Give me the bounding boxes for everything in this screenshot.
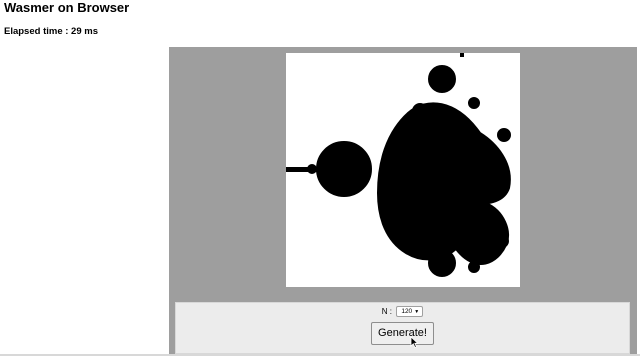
chevron-down-icon: ▼ (414, 309, 420, 316)
n-select-value: 120 (401, 308, 413, 316)
bottom-bulb (428, 249, 456, 277)
mouse-pointer-icon (410, 336, 419, 349)
mandelbrot-image (286, 53, 511, 277)
controls-panel: N : 120 ▼ Generate! (175, 302, 630, 354)
top-bulb (428, 65, 456, 93)
elapsed-time-text: Elapsed time : 29 ms (4, 26, 98, 37)
page-title: Wasmer on Browser (4, 0, 130, 15)
mandelbrot-canvas[interactable] (286, 53, 520, 287)
generate-button[interactable]: Generate! (371, 322, 434, 345)
n-row: N : 120 ▼ (176, 306, 629, 318)
page: Wasmer on Browser Elapsed time : 29 ms N… (0, 0, 640, 356)
period-2-bulb (316, 141, 372, 197)
main-cardioid (376, 102, 511, 265)
render-area: N : 120 ▼ Generate! (169, 47, 637, 356)
n-select[interactable]: 120 ▼ (396, 306, 424, 318)
n-label: N : (381, 307, 392, 316)
